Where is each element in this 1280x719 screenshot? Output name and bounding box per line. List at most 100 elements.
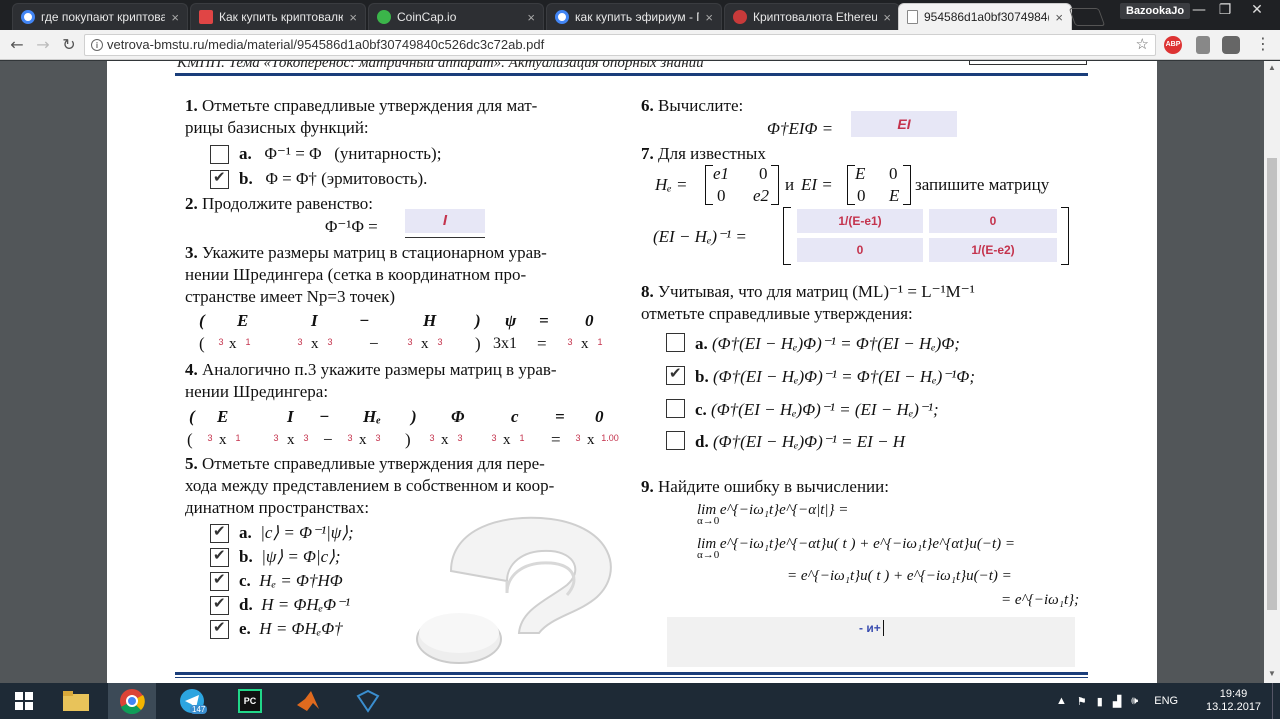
tab-3[interactable]: CoinCap.io × [368, 3, 544, 30]
forward-icon[interactable]: → [32, 35, 54, 55]
q7-cell-22[interactable]: 1/(E-e2) [929, 238, 1057, 262]
system-tray: ▲ ⚑ ▮ ▟ 🕪 ENG [1056, 683, 1178, 719]
network-icon[interactable]: ▟ [1113, 695, 1121, 708]
q5-e-checkbox[interactable] [210, 618, 229, 639]
chrome-button[interactable] [108, 683, 156, 719]
extension-cloud-icon[interactable] [1222, 36, 1240, 54]
times: x [441, 432, 449, 448]
flag-icon[interactable]: ⚑ [1077, 695, 1087, 708]
close-icon[interactable]: × [1055, 10, 1063, 25]
q5-line3: динатном пространствах: [185, 498, 370, 517]
q6-answer-field[interactable]: EI [851, 111, 957, 137]
q7-cell-12[interactable]: 0 [929, 209, 1057, 233]
q5-a-checkbox[interactable] [210, 522, 229, 543]
battery-icon[interactable]: ▮ [1097, 695, 1103, 708]
clock[interactable]: 19:49 13.12.2017 [1206, 683, 1261, 719]
file-explorer-button[interactable] [52, 683, 100, 719]
text-cursor [883, 620, 884, 636]
scroll-up-icon[interactable]: ▲ [1264, 63, 1280, 72]
new-tab-button[interactable] [1068, 8, 1106, 26]
scrollbar-thumb[interactable] [1267, 158, 1277, 610]
bookmark-star-icon[interactable]: ☆ [1136, 35, 1149, 55]
q5-d-checkbox[interactable] [210, 594, 229, 615]
tab-title: как купить эфириум - Г [575, 10, 700, 24]
q5-b-checkbox[interactable] [210, 546, 229, 567]
q3-line3: странстве имеет Np=3 точек) [185, 287, 396, 306]
tab-5[interactable]: Криптовалюта Ethereu × [724, 3, 900, 30]
q4-size-field[interactable]: 3 [203, 433, 217, 443]
q3-sizes-open: ( [199, 334, 205, 353]
start-button[interactable] [0, 683, 48, 719]
q4-size-field[interactable]: 1 [231, 433, 245, 443]
back-icon[interactable]: ← [6, 35, 28, 55]
reload-icon[interactable]: ↻ [58, 35, 80, 55]
q3-size-field[interactable]: 3 [433, 337, 447, 347]
q3-size-field[interactable]: 3 [215, 337, 227, 347]
q8-c-checkbox[interactable] [666, 399, 685, 418]
q4-size-field[interactable]: 1 [515, 433, 529, 443]
q3-size-field[interactable]: 3 [323, 337, 337, 347]
tab-4[interactable]: как купить эфириум - Г × [546, 3, 722, 30]
q2-answer-field[interactable]: I [405, 209, 485, 233]
q4-size-field[interactable]: 3 [343, 433, 357, 443]
profile-button[interactable]: BazookaJo [1120, 3, 1191, 19]
q3-size-field[interactable]: 3 [293, 337, 307, 347]
q7-cell-11[interactable]: 1/(E-e1) [797, 209, 923, 233]
tab-strip: где покупают криптова × Как купить крипт… [0, 0, 1280, 30]
volume-icon[interactable]: 🕪 [1131, 695, 1138, 708]
q7-lhs: (EI − Hₑ)⁻¹ = [653, 227, 747, 246]
q8-a-checkbox[interactable] [666, 333, 685, 352]
q1-b-checkbox[interactable] [210, 168, 229, 189]
telegram-button[interactable]: 147 [168, 683, 216, 719]
menu-icon[interactable]: ⋮ [1252, 34, 1274, 54]
close-icon[interactable]: × [171, 10, 179, 25]
pycharm-button[interactable]: PC [226, 683, 274, 719]
window-close-icon[interactable]: ✕ [1244, 2, 1270, 18]
info-icon[interactable]: i [91, 39, 103, 51]
show-desktop-button[interactable] [1272, 683, 1280, 719]
restore-icon[interactable]: ❐ [1212, 2, 1238, 18]
tab-6-active[interactable]: 954586d1a0bf3074984( × [898, 3, 1072, 30]
tab-1[interactable]: где покупают криптова × [12, 3, 188, 30]
q1-a-checkbox[interactable] [210, 145, 229, 164]
q7-cell-21[interactable]: 0 [797, 238, 923, 262]
times: x [219, 432, 227, 448]
tab-2[interactable]: Как купить криптовалю × [190, 3, 366, 30]
close-icon[interactable]: × [705, 10, 713, 25]
scrollbar[interactable]: ▲ ▼ [1264, 61, 1280, 683]
pdf-viewer: КМПП. Тема «Токоперенос: матричный аппар… [0, 61, 1280, 683]
q5-c-checkbox[interactable] [210, 570, 229, 591]
address-bar[interactable]: i vetrova-bmstu.ru/media/material/954586… [84, 34, 1156, 56]
q4-line2: нении Шредингера: [185, 382, 329, 401]
extension-icon[interactable] [1196, 36, 1210, 54]
adblock-icon[interactable]: ABP [1164, 36, 1182, 54]
minimize-icon[interactable]: — [1186, 2, 1212, 18]
matlab-button[interactable] [284, 683, 332, 719]
q3-size-field[interactable]: 1 [241, 337, 255, 347]
q4-size-field[interactable]: 3 [269, 433, 283, 443]
q4-size-field[interactable]: 3 [425, 433, 439, 443]
q5-a: a. |c⟩ = Φ⁻¹|ψ⟩; [239, 523, 354, 542]
close-icon[interactable]: × [349, 10, 357, 25]
close-icon[interactable]: × [527, 10, 535, 25]
q5-line1: 5. Отметьте справедливые утверждения для… [185, 454, 545, 473]
q4-size-field[interactable]: 3 [299, 433, 313, 443]
q6-expr: Φ†EIΦ = [767, 119, 834, 138]
matrix-bracket [847, 165, 855, 205]
close-icon[interactable]: × [883, 10, 891, 25]
language-indicator[interactable]: ENG [1154, 695, 1178, 707]
q4-size-field[interactable]: 3 [453, 433, 467, 443]
q8-b-checkbox[interactable] [666, 364, 685, 385]
q4-size-field[interactable]: 1.00 [599, 433, 621, 443]
q4-size-field[interactable]: 3 [487, 433, 501, 443]
q9-answer-area[interactable]: - и+ [667, 617, 1075, 667]
q3-size-field[interactable]: 1 [593, 337, 607, 347]
q3-size-field[interactable]: 3 [403, 337, 417, 347]
q4-size-field[interactable]: 3 [371, 433, 385, 443]
chevron-up-icon[interactable]: ▲ [1056, 695, 1067, 707]
scroll-down-icon[interactable]: ▼ [1264, 669, 1280, 678]
q8-d-checkbox[interactable] [666, 431, 685, 450]
q3-size-field[interactable]: 3 [563, 337, 577, 347]
q4-size-field[interactable]: 3 [571, 433, 585, 443]
app-button[interactable] [344, 683, 392, 719]
